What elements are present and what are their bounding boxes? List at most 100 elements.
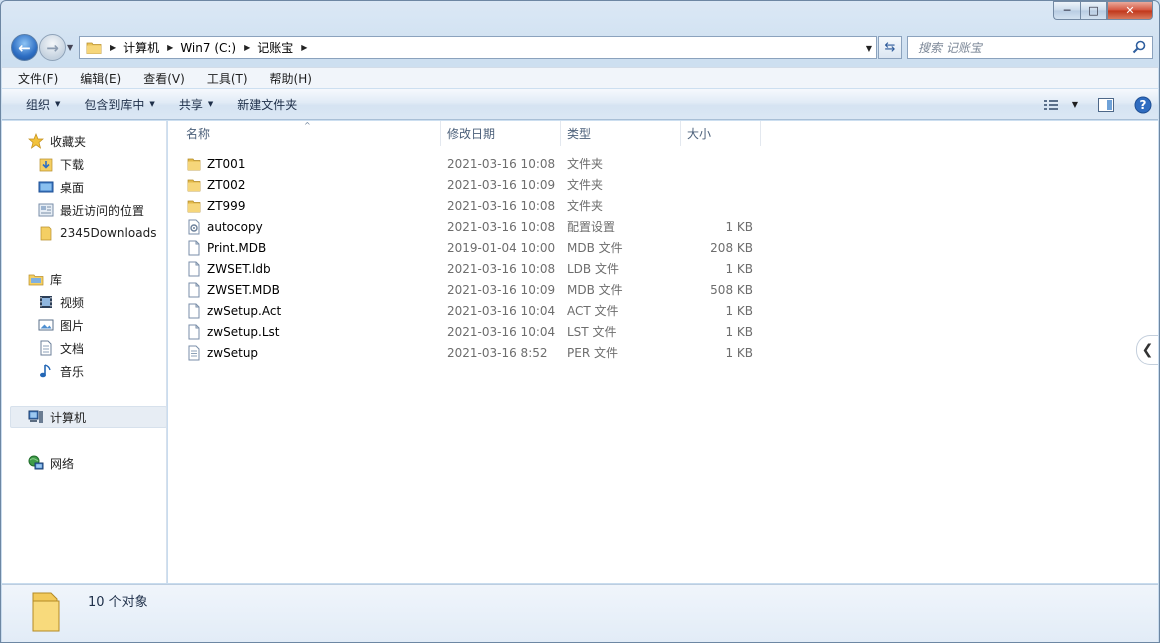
sidebar-item-network[interactable]: 网络 (2, 452, 167, 474)
help-button[interactable]: ? (1128, 96, 1158, 114)
video-icon (40, 296, 52, 308)
sidebar-item-recent-places[interactable]: 最近访问的位置 (2, 199, 167, 221)
sidebar-item-2345downloads[interactable]: 2345Downloads (2, 222, 167, 244)
folder-icon (86, 42, 102, 54)
file-name: ZT999 (207, 198, 246, 213)
text-file-icon (188, 345, 200, 360)
file-row[interactable]: zwSetup 2021-03-16 8:52 PER 文件 1 KB (186, 342, 766, 363)
column-header-date[interactable]: 修改日期 (441, 121, 561, 146)
file-row[interactable]: autocopy 2021-03-16 10:08 配置设置 1 KB (186, 216, 766, 237)
new-folder-button[interactable]: 新建文件夹 (225, 96, 309, 113)
computer-icon (28, 410, 43, 423)
file-name: zwSetup.Lst (207, 324, 280, 339)
recent-pages-dropdown[interactable]: ▼ (67, 43, 73, 52)
breadcrumb-computer[interactable]: 计算机 ▶ (123, 39, 180, 56)
search-icon[interactable] (1132, 40, 1146, 54)
recent-places-icon (38, 203, 54, 217)
file-type: 文件夹 (567, 178, 604, 192)
refresh-button[interactable]: ⇆ (878, 36, 902, 59)
file-row[interactable]: ZT999 2021-03-16 10:08 文件夹 (186, 195, 766, 216)
file-type: PER 文件 (567, 346, 618, 360)
file-row[interactable]: Print.MDB 2019-01-04 10:00 MDB 文件 208 KB (186, 237, 766, 258)
search-input[interactable]: 搜索 记账宝 (907, 36, 1153, 59)
file-row[interactable]: zwSetup.Lst 2021-03-16 10:04 LST 文件 1 KB (186, 321, 766, 342)
maximize-button[interactable]: □ (1080, 1, 1107, 20)
file-row[interactable]: ZT002 2021-03-16 10:09 文件夹 (186, 174, 766, 195)
back-button[interactable]: ← (11, 34, 38, 61)
file-row[interactable]: ZWSET.MDB 2021-03-16 10:09 MDB 文件 508 KB (186, 279, 766, 300)
file-type: LST 文件 (567, 325, 617, 339)
config-file-icon (188, 219, 200, 234)
menu-help[interactable]: 帮助(H) (253, 70, 317, 87)
chevron-down-icon: ▼ (55, 100, 61, 108)
organize-button[interactable]: 组织 ▼ (2, 96, 72, 113)
file-name: autocopy (207, 219, 263, 234)
file-modified-date: 2021-03-16 10:09 (447, 177, 556, 192)
forward-button[interactable]: → (39, 34, 66, 61)
file-name: ZT002 (207, 177, 246, 192)
file-row[interactable]: zwSetup.Act 2021-03-16 10:04 ACT 文件 1 KB (186, 300, 766, 321)
file-type: LDB 文件 (567, 262, 619, 276)
sidebar-item-desktop[interactable]: 桌面 (2, 176, 167, 198)
file-row[interactable]: ZWSET.ldb 2021-03-16 10:08 LDB 文件 1 KB (186, 258, 766, 279)
file-name: zwSetup (207, 345, 259, 360)
address-history-dropdown[interactable]: ▼ (866, 44, 872, 53)
folder-icon (32, 592, 60, 632)
include-in-library-button[interactable]: 包含到库中 ▼ (72, 96, 166, 113)
file-icon (188, 261, 200, 276)
details-pane: 10 个对象 (2, 584, 1158, 642)
column-header-size[interactable]: 大小 (681, 121, 761, 146)
sidebar-item-documents[interactable]: 文档 (2, 337, 167, 359)
file-size: 1 KB (725, 303, 753, 318)
sidebar-item-libraries[interactable]: 库 (2, 268, 167, 290)
menu-bar: 文件(F) 编辑(E) 查看(V) 工具(T) 帮助(H) (2, 67, 1158, 88)
file-icon (188, 303, 200, 318)
file-type: MDB 文件 (567, 283, 623, 297)
file-icon (188, 324, 200, 339)
file-modified-date: 2021-03-16 8:52 (447, 345, 548, 360)
view-dropdown-button[interactable]: ▼ (1066, 100, 1084, 109)
preview-pane-button[interactable] (1084, 97, 1128, 112)
sidebar-item-downloads[interactable]: 下载 (2, 153, 167, 175)
sidebar-item-music[interactable]: 音乐 (2, 360, 167, 382)
file-icon (188, 240, 200, 255)
sidebar-item-pictures[interactable]: 图片 (2, 314, 167, 336)
file-type: 文件夹 (567, 199, 604, 213)
collapse-pane-handle[interactable]: ❮ (1136, 335, 1158, 365)
column-header-type[interactable]: 类型 (561, 121, 681, 146)
file-type: ACT 文件 (567, 304, 619, 318)
file-modified-date: 2021-03-16 10:04 (447, 303, 556, 318)
documents-icon (40, 340, 52, 356)
preview-pane-icon (1098, 97, 1114, 112)
file-type: 文件夹 (567, 157, 604, 171)
file-modified-date: 2021-03-16 10:09 (447, 282, 556, 297)
address-bar[interactable]: ▶ 计算机 ▶ Win7 (C:) ▶ 记账宝 ▶ ▼ (79, 36, 877, 59)
file-modified-date: 2021-03-16 10:04 (447, 324, 556, 339)
sidebar-item-computer[interactable]: 计算机 (10, 406, 167, 428)
menu-edit[interactable]: 编辑(E) (63, 70, 126, 87)
share-button[interactable]: 共享 ▼ (167, 96, 225, 113)
music-icon (40, 364, 51, 378)
file-row[interactable]: ZT001 2021-03-16 10:08 文件夹 (186, 153, 766, 174)
menu-file[interactable]: 文件(F) (2, 70, 63, 87)
file-modified-date: 2021-03-16 10:08 (447, 156, 556, 171)
breadcrumb-drive-c[interactable]: Win7 (C:) ▶ (180, 41, 257, 55)
file-size: 508 KB (710, 282, 753, 297)
navigation-bar: ← → ▼ ▶ 计算机 ▶ Win7 (C:) ▶ 记账宝 ▶ ▼ ⇆ 搜索 记账宝 (9, 33, 1153, 61)
pictures-icon (38, 319, 54, 331)
sidebar-item-favorites[interactable]: 收藏夹 (2, 130, 167, 152)
file-name: ZT001 (207, 156, 246, 171)
file-type: 配置设置 (567, 220, 616, 234)
chevron-down-icon: ▼ (149, 100, 155, 108)
view-options-button[interactable] (1036, 99, 1066, 111)
breadcrumb-jizhangbao[interactable]: 记账宝 ▶ (257, 39, 314, 56)
sidebar-item-videos[interactable]: 视频 (2, 291, 167, 313)
file-size: 1 KB (725, 261, 753, 276)
minimize-button[interactable]: ─ (1053, 1, 1080, 20)
close-button[interactable]: ✕ (1107, 1, 1153, 20)
menu-view[interactable]: 查看(V) (126, 70, 190, 87)
column-header-name[interactable]: 名称 (180, 121, 441, 146)
menu-tools[interactable]: 工具(T) (190, 70, 253, 87)
folder-icon (40, 226, 52, 241)
file-modified-date: 2019-01-04 10:00 (447, 240, 556, 255)
